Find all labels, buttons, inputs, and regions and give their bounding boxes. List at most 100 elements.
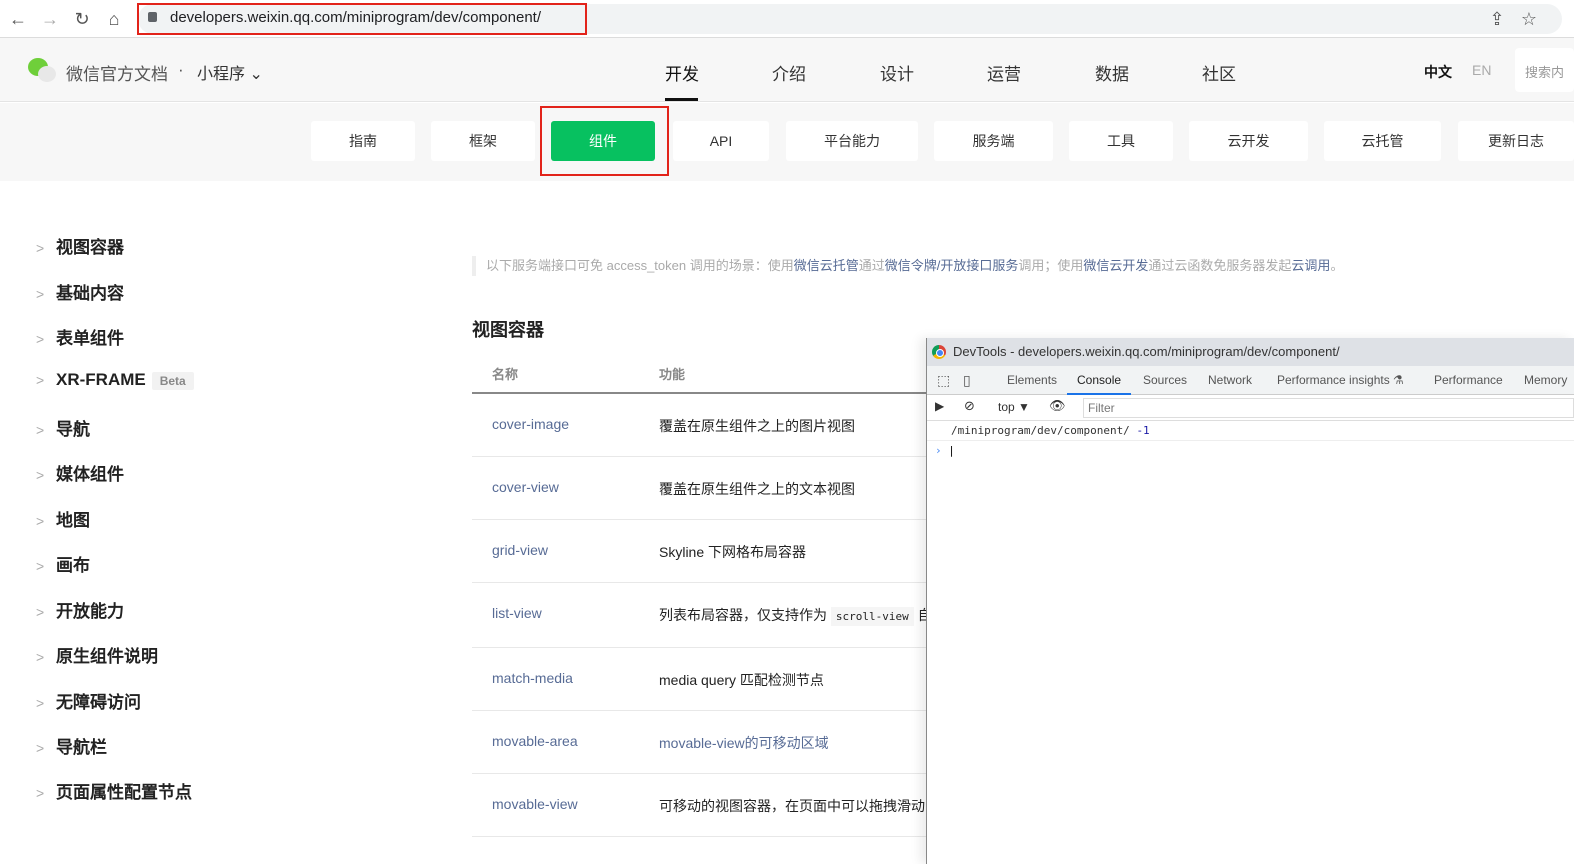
sidebar-item-navbar[interactable]: > 导航栏 [36,733,107,758]
chevron-right-icon: > [36,240,45,256]
console-prompt[interactable]: › | [927,441,1574,461]
devtools-titlebar[interactable]: DevTools - developers.weixin.qq.com/mini… [927,338,1574,366]
lang-zh[interactable]: 中文 [1424,62,1452,82]
nav-design[interactable]: 设计 [880,60,914,85]
inspect-icon[interactable]: ⬚ [937,366,950,395]
devtools-window: DevTools - developers.weixin.qq.com/mini… [926,338,1574,864]
sidebar-item-navigation[interactable]: > 导航 [36,415,90,440]
sidebar-item-media[interactable]: > 媒体组件 [36,460,124,485]
component-desc: 列表布局容器，仅支持作为 scroll-view 自 [659,605,932,626]
devtools-title: DevTools - developers.weixin.qq.com/mini… [953,344,1340,359]
nav-community[interactable]: 社区 [1202,60,1236,85]
star-icon[interactable]: ☆ [1519,8,1539,30]
sidebar-toggle-icon[interactable]: ▶ [935,399,944,413]
separator-dot: · [178,60,184,79]
chevron-right-icon: > [36,649,45,665]
product-label: 小程序 [197,66,246,83]
lang-en[interactable]: EN [1472,62,1491,78]
tab-framework[interactable]: 框架 [431,121,535,161]
component-desc: 可移动的视图容器，在页面中可以拖拽滑动 [659,798,925,814]
sidebar-item-map[interactable]: > 地图 [36,506,90,531]
sidebar-item-a11y[interactable]: > 无障碍访问 [36,688,141,713]
share-icon[interactable]: ⇪ [1487,8,1507,30]
tab-tools[interactable]: 工具 [1069,121,1173,161]
component-link[interactable]: cover-view [492,479,559,495]
notice-text: 调用；使用 [1018,258,1084,273]
sidebar-item-native[interactable]: > 原生组件说明 [36,642,158,667]
nav-dev[interactable]: 开发 [665,60,699,85]
nav-data[interactable]: 数据 [1095,60,1129,85]
tab-memory[interactable]: Memory [1524,366,1567,395]
desc-text: 列表布局容器，仅支持作为 [659,607,827,623]
component-link[interactable]: movable-view [492,796,578,812]
section-title: 视图容器 [472,320,544,340]
caret: | [948,444,955,457]
component-desc: movable-view的可移动区域 [659,735,829,751]
component-link[interactable]: match-media [492,670,573,686]
url-highlight-box [137,3,587,35]
chevron-right-icon: > [36,558,45,574]
tab-elements[interactable]: Elements [1007,366,1057,395]
search-input[interactable]: 搜索内 [1515,48,1574,92]
link-cloud-dev[interactable]: 微信云开发 [1083,258,1148,273]
link-token-service[interactable]: 微信令牌/开放接口服务 [885,258,1019,273]
sidebar-item-form[interactable]: > 表单组件 [36,324,124,349]
tab-sources[interactable]: Sources [1143,366,1187,395]
nav-operate[interactable]: 运营 [987,60,1021,85]
home-icon[interactable]: ⌂ [104,8,124,30]
tab-cloud-dev[interactable]: 云开发 [1189,121,1308,161]
notice-text: 通过 [858,258,885,273]
table-row: movable-area movable-view的可移动区域 [472,711,932,774]
tab-performance-insights[interactable]: Performance insights [1277,366,1390,395]
site-logo-text[interactable]: 微信官方文档 [66,60,168,85]
component-desc: media query 匹配检测节点 [659,672,824,688]
filter-input[interactable]: Filter [1083,398,1574,418]
sidebar-item-label: 导航 [56,420,90,439]
tab-guide[interactable]: 指南 [311,121,415,161]
notice-text: 以下服务端接口可免 access_token 调用的场景：使用 [486,258,794,273]
chevron-right-icon: > [36,331,45,347]
chrome-icon [932,345,946,359]
clear-console-icon[interactable]: ⊘ [964,398,975,414]
tab-network[interactable]: Network [1208,366,1252,395]
chevron-right-icon: > [36,467,45,483]
reload-icon[interactable]: ↻ [72,8,92,30]
table-row: grid-view Skyline 下网格布局容器 [472,520,932,583]
tab-performance[interactable]: Performance [1434,366,1503,395]
component-link[interactable]: movable-area [492,733,578,749]
link-cloud-call[interactable]: 云调用 [1291,258,1330,273]
tab-changelog[interactable]: 更新日志 [1458,121,1574,161]
forward-icon[interactable]: → [40,8,60,30]
tab-cloud-host[interactable]: 云托管 [1324,121,1441,161]
component-link[interactable]: list-view [492,605,542,621]
sidebar-item-page-meta[interactable]: > 页面属性配置节点 [36,778,192,803]
sidebar-item-label: 表单组件 [56,329,124,348]
nav-intro[interactable]: 介绍 [772,60,806,85]
chevron-right-icon: > [36,422,45,438]
inline-code: scroll-view [830,607,914,626]
sidebar-item-open[interactable]: > 开放能力 [36,597,124,622]
notice-text: 。 [1330,258,1344,273]
beta-badge: Beta [151,372,194,390]
nav-active-indicator [665,98,698,101]
sidebar-item-canvas[interactable]: > 画布 [36,551,90,576]
tab-api[interactable]: API [673,121,769,161]
sidebar-item-basic[interactable]: > 基础内容 [36,279,124,304]
component-link[interactable]: cover-image [492,416,569,432]
chevron-right-icon: > [36,372,45,388]
back-icon[interactable]: ← [8,8,28,30]
sidebar-item-view-container[interactable]: > 视图容器 [36,233,124,258]
tab-platform[interactable]: 平台能力 [786,121,918,161]
tab-server[interactable]: 服务端 [934,121,1053,161]
context-selector[interactable]: top ▼ [998,400,1030,414]
table-row: cover-view 覆盖在原生组件之上的文本视图 [472,457,932,520]
component-link[interactable]: grid-view [492,542,548,558]
tab-console[interactable]: Console [1067,366,1132,395]
eye-icon[interactable]: 👁 [1049,398,1066,414]
device-toggle-icon[interactable]: ▯ [963,366,971,395]
sidebar-item-xr-frame[interactable]: > XR-FRAME Beta [36,370,194,390]
chevron-right-icon: > [36,785,45,801]
link-cloud-host[interactable]: 微信云托管 [794,258,859,273]
product-switcher[interactable]: 小程序 ⌄ [197,60,263,84]
sidebar-item-label: XR-FRAME [56,370,146,389]
